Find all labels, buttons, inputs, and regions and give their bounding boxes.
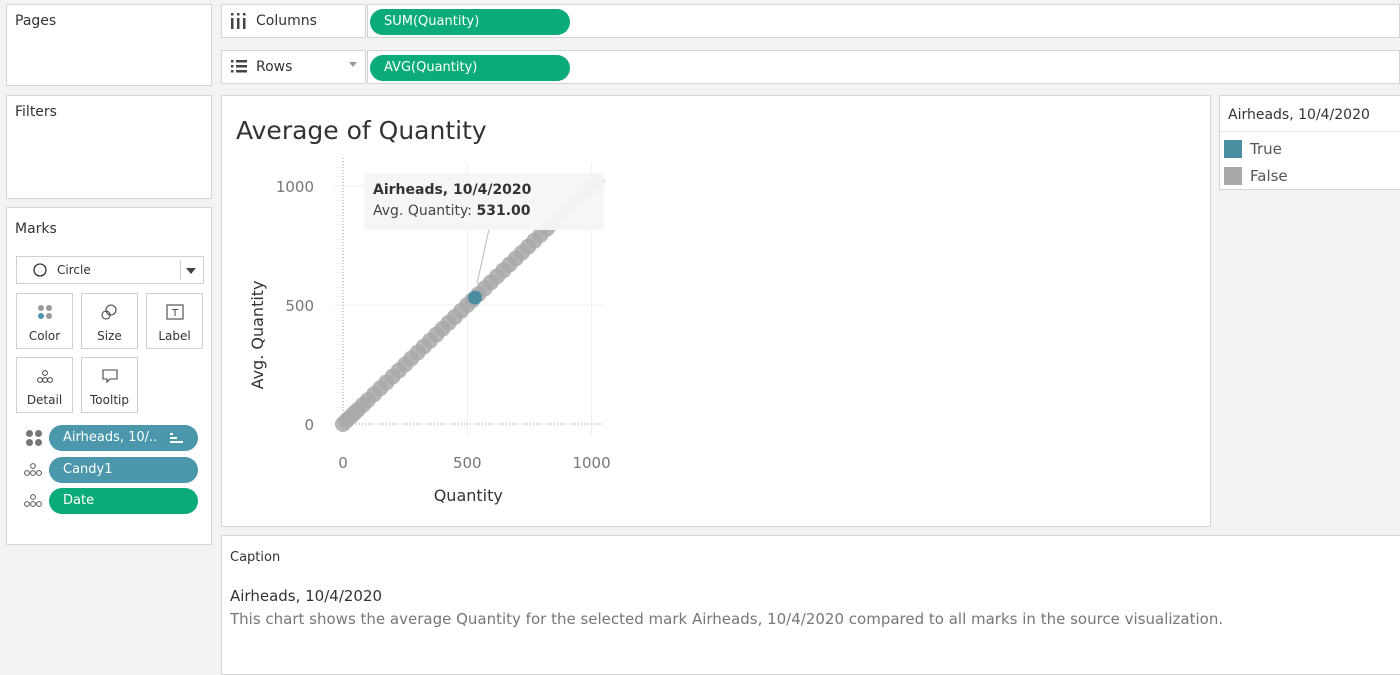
x-tick-label: 500 [453,454,482,472]
marks-title: Marks [15,221,57,237]
scatter-chart[interactable]: Average of Quantity 0 500 1000 0 500 1000 Quant… [222,96,1210,526]
color-dots-icon [26,430,42,446]
detail-dots-icon [36,370,53,383]
dropdown-divider [180,260,181,280]
legend-swatch-false [1224,167,1242,185]
legend-label-true: True [1250,140,1282,158]
legend-divider [1220,131,1400,132]
legend-title: Airheads, 10/4/2020 [1228,107,1370,123]
rows-label: Rows [256,59,293,75]
legend-label-false: False [1250,167,1288,185]
color-button[interactable]: Color [16,293,73,349]
columns-pill[interactable]: SUM(Quantity) [370,9,570,35]
pages-pane[interactable]: Pages [6,4,212,86]
caption-pane[interactable]: Caption Airheads, 10/4/2020 This chart s… [221,535,1400,675]
chevron-down-icon [186,268,196,274]
mark-type-label: Circle [57,263,91,277]
rows-shelf[interactable]: AVG(Quantity) [367,50,1400,84]
columns-shelf-label: Columns [221,4,366,38]
tooltip-button-label: Tooltip [90,393,129,407]
tooltip: Airheads, 10/4/2020 Avg. Quantity: 531.00 [364,173,604,230]
pages-title: Pages [15,13,57,29]
speech-bubble-icon [101,369,118,384]
y-tick-label: 500 [285,297,314,315]
data-point-true [467,290,482,305]
filters-title: Filters [15,104,57,120]
columns-label: Columns [256,13,317,29]
view-pane[interactable]: Average of Quantity 0 500 1000 0 500 1000 Quant… [221,95,1211,527]
circle-icon [33,263,47,277]
detail-dots-icon [24,463,42,476]
detail-button[interactable]: Detail [16,357,73,413]
detail-dots-icon [24,494,42,507]
color-legend[interactable]: Airheads, 10/4/2020 True False [1219,95,1400,190]
marks-field-pill-detail[interactable]: Date [49,488,198,514]
caption-text: This chart shows the average Quantity fo… [230,610,1224,628]
rows-pill[interactable]: AVG(Quantity) [370,55,570,81]
sort-icon [170,433,183,443]
label-button-label: Label [158,329,191,343]
rows-icon [231,60,247,73]
size-icon [100,304,117,320]
chevron-down-icon [349,62,357,67]
caption-title: Airheads, 10/4/2020 [230,587,383,605]
tooltip-measure-label: Avg. Quantity: [373,203,476,219]
tooltip-button[interactable]: Tooltip [81,357,138,413]
y-tick-label: 0 [304,416,314,434]
columns-icon [231,13,246,29]
y-tick-label: 1000 [276,178,314,196]
y-axis-label: Avg. Quantity [248,280,267,389]
rows-shelf-label[interactable]: Rows [221,50,366,84]
label-button[interactable]: T Label [146,293,203,349]
detail-button-label: Detail [26,393,63,407]
x-tick-label: 0 [338,454,348,472]
tooltip-measure-value: 531.00 [476,203,530,219]
marks-field-pill-color[interactable]: Airheads, 10/.. [49,425,198,451]
size-button-label: Size [97,329,122,343]
chart-title: Average of Quantity [236,116,487,145]
caption-header: Caption [230,550,281,565]
columns-shelf[interactable]: SUM(Quantity) [367,4,1400,38]
color-dots-icon [37,305,52,319]
x-tick-label: 1000 [572,454,610,472]
marks-field-label: Candy1 [63,462,113,477]
tooltip-measure: Avg. Quantity: 531.00 [373,203,531,219]
tooltip-title: Airheads, 10/4/2020 [373,182,532,198]
size-button[interactable]: Size [81,293,138,349]
marks-field-label: Date [63,493,95,508]
filters-pane[interactable]: Filters [6,95,212,199]
marks-field-label: Airheads, 10/.. [63,430,158,445]
color-button-label: Color [28,329,61,343]
legend-swatch-true [1224,140,1242,158]
text-label-icon: T [165,304,184,320]
mark-type-dropdown[interactable]: Circle [16,256,204,284]
svg-text:T: T [170,308,178,319]
x-axis-label: Quantity [434,486,503,505]
marks-field-pill-detail[interactable]: Candy1 [49,457,198,483]
marks-card: Marks Circle Color Size T Label Detail T… [6,207,212,545]
